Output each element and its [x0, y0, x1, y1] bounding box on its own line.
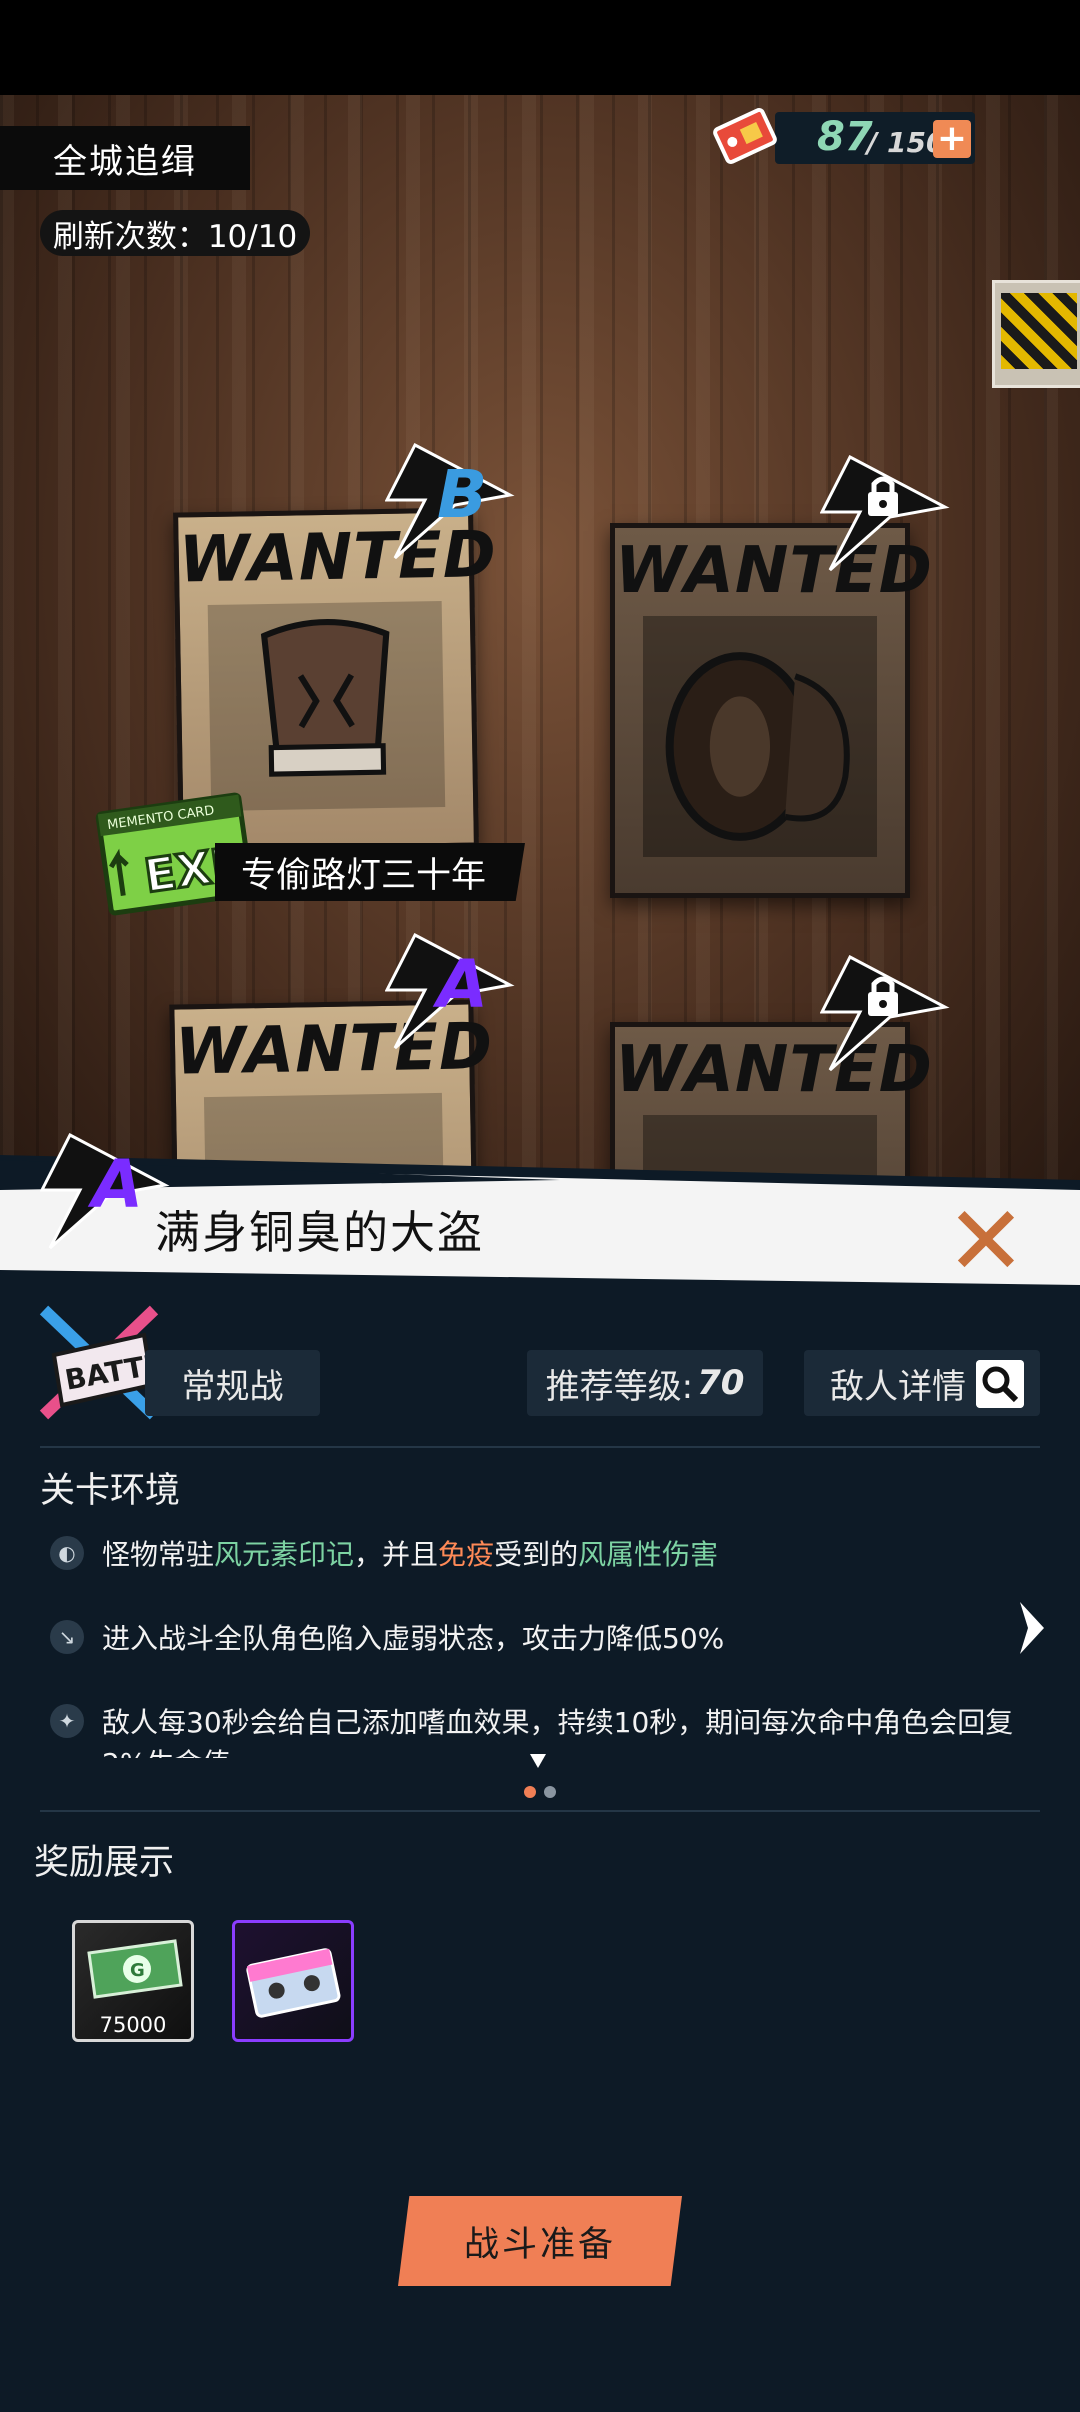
recommended-level-label: 推荐等级: [545, 1366, 694, 1407]
battle-prepare-button[interactable]: 战斗准备 [398, 2196, 682, 2286]
page-title-text: 全城追缉 [53, 141, 197, 182]
rank-badge-b: B [384, 440, 515, 560]
lock-icon [819, 954, 950, 1072]
enemy-details-button[interactable]: 敌人详情 [804, 1350, 1040, 1416]
stage-rank-badge: A [39, 1130, 170, 1250]
reward-quantity: 75000 [99, 2013, 167, 2037]
poster-art [643, 616, 877, 857]
page-title: 全城追缉 [0, 126, 250, 190]
add-stamina-button[interactable]: + [933, 120, 971, 158]
caution-stripe-icon [1001, 293, 1077, 369]
rank-letter: A [437, 946, 489, 1023]
search-icon [976, 1360, 1024, 1408]
battle-type-text: 常规战 [181, 1366, 284, 1407]
tire-monster-icon [665, 652, 850, 841]
cassette-icon [246, 1948, 341, 2018]
stamina-current: 87 [817, 114, 873, 160]
bloodlust-icon: ✦ [50, 1704, 84, 1738]
env-highlight: 风属性伤害 [578, 1538, 719, 1571]
enemy-details-label: 敌人详情 [830, 1366, 966, 1407]
environment-item-3-cont: 2%生命值 [102, 1742, 230, 1758]
reward-item-cash[interactable]: G 75000 [72, 1920, 194, 2042]
wanted-poster-2-locked[interactable]: WANTED [610, 523, 932, 898]
next-page-arrow-icon[interactable] [1016, 1600, 1046, 1656]
close-button[interactable]: ✕ [945, 1193, 1027, 1289]
wind-mark-icon: ◐ [50, 1536, 84, 1570]
environment-list[interactable]: ◐ 怪物常驻 风元素印记 ，并且 免疫 受到的 风属性伤害 ↘ 进入战斗全队角色陷入虚弱状… [0, 1520, 1080, 1758]
recommended-level-chip: 推荐等级: 70 [527, 1350, 763, 1416]
environment-item-3: ✦ 敌人每30秒会给自己添加嗜血效果，持续10秒，期间每次命中角色会回复 [50, 1701, 1013, 1741]
lock-badge-2 [819, 952, 950, 1072]
cash-icon: G [87, 1939, 183, 1999]
battle-type-chip: 常规战 [145, 1350, 320, 1416]
reward-item-cassette[interactable] [232, 1920, 354, 2042]
side-event-tab[interactable] [992, 280, 1080, 388]
refresh-count-pill: 刷新次数：10/10 [40, 210, 310, 256]
environment-item-2: ↘ 进入战斗全队角色陷入虚弱状态，攻击力降低50% [50, 1617, 724, 1657]
scroll-down-hint-icon [530, 1754, 546, 1768]
ticket-icon [713, 108, 777, 164]
stage-name: 满身铜臭的大盗 [155, 1206, 485, 1259]
rank-letter: B [437, 456, 488, 533]
env-text: 进入战斗全队角色陷入虚弱状态，攻击力降低50% [102, 1622, 725, 1655]
page-dot-active [524, 1786, 536, 1798]
rewards-title: 奖励展示 [34, 1843, 175, 1883]
battle-prepare-label: 战斗准备 [463, 2224, 616, 2265]
svg-text:G: G [130, 1960, 145, 1981]
traffic-light-monster-icon [260, 619, 390, 777]
divider [40, 1810, 1040, 1812]
env-highlight: 风元素印记 [214, 1538, 355, 1571]
poster-caption-text: 专偷路灯三十年 [241, 855, 487, 896]
env-text: ，并且 [354, 1538, 439, 1571]
recommended-level-value: 70 [697, 1363, 745, 1403]
refresh-count-text: 刷新次数：10/10 [52, 218, 298, 255]
poster-caption: 专偷路灯三十年 [215, 843, 525, 901]
lock-icon [819, 454, 950, 572]
lock-badge-1 [819, 452, 950, 572]
page-dot [544, 1786, 556, 1798]
env-text: 敌人每30秒会给自己添加嗜血效果，持续10秒，期间每次命中角色会回复 [102, 1706, 1014, 1739]
environment-title: 关卡环境 [40, 1471, 181, 1511]
env-text: 怪物常驻 [102, 1538, 215, 1571]
divider [40, 1446, 1040, 1448]
rank-letter: A [92, 1146, 144, 1223]
rank-badge-a: A [384, 930, 515, 1050]
env-highlight: 免疫 [438, 1538, 495, 1571]
env-text: 受到的 [494, 1538, 579, 1571]
environment-item-1: ◐ 怪物常驻 风元素印记 ，并且 免疫 受到的 风属性伤害 [50, 1533, 718, 1573]
env-text: 2%生命值 [102, 1742, 230, 1758]
weaken-icon: ↘ [50, 1620, 84, 1654]
stamina-counter: 87 / 150 + [705, 100, 980, 172]
poster-art [207, 600, 446, 812]
status-bar [0, 0, 1080, 95]
